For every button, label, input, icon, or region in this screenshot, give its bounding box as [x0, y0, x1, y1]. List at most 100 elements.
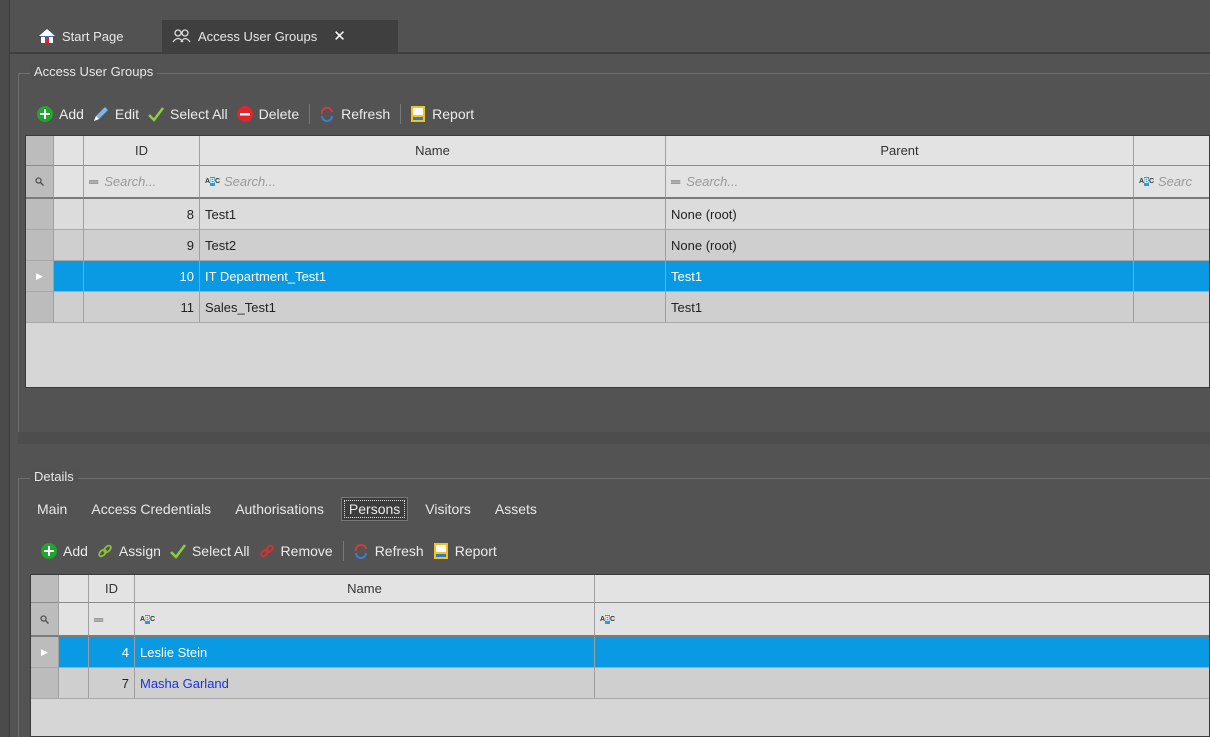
select-all-label: Select All — [170, 106, 228, 122]
abc-icon: ABC — [140, 614, 156, 624]
groups-frame-top — [18, 73, 1210, 74]
checkmark-icon — [147, 105, 165, 123]
refresh-persons-button[interactable]: Refresh — [352, 542, 424, 560]
table-row[interactable]: 9 Test2 None (root) — [26, 230, 1209, 261]
tab-main[interactable]: Main — [30, 498, 74, 520]
filter-name-placeholder: Search... — [224, 174, 277, 189]
equals-icon: ═ — [671, 174, 681, 189]
remove-label: Remove — [280, 543, 333, 559]
tab-start-page[interactable]: Start Page — [28, 20, 160, 52]
filter-id-input[interactable]: ═ Search... — [84, 166, 200, 199]
persons-grid: ID Name ═ ABC ABC ▶ 4 Leslie Stein 7 Mas… — [30, 574, 1210, 737]
assign-button[interactable]: Assign — [96, 542, 161, 560]
refresh-button[interactable]: Refresh — [318, 105, 390, 123]
cell-parent: None (root) — [666, 199, 1134, 230]
close-icon[interactable]: ✕ — [333, 27, 346, 45]
cell-name: Test1 — [200, 199, 666, 230]
pencil-icon — [92, 105, 110, 123]
table-row[interactable]: 7 Masha Garland — [31, 668, 1209, 699]
report-button[interactable]: Report — [409, 105, 474, 123]
row-select-cell[interactable] — [59, 637, 89, 668]
panel-splitter[interactable] — [18, 432, 1210, 444]
header-select-cell[interactable] — [59, 575, 89, 603]
select-all-persons-label: Select All — [191, 543, 250, 559]
row-indicator-arrow-icon: ▶ — [26, 261, 54, 292]
details-frame-left — [18, 478, 19, 737]
tab-access-credentials[interactable]: Access Credentials — [84, 498, 218, 520]
table-row-selected[interactable]: ▶ 4 Leslie Stein — [31, 637, 1209, 668]
toolbar-separator — [309, 104, 311, 124]
filter-select-cell — [59, 603, 89, 637]
document-tab-strip: Start Page Access User Groups ✕ — [10, 0, 1210, 54]
filter-extra-input[interactable]: A B C Searc — [1134, 166, 1209, 199]
filter-name-input[interactable]: A B C Search... — [200, 166, 666, 199]
filter-extra-input[interactable]: ABC — [595, 603, 1209, 637]
table-row-selected[interactable]: ▶ 10 IT Department_Test1 Test1 — [26, 261, 1209, 292]
unlink-icon — [258, 542, 276, 560]
tab-authorisations[interactable]: Authorisations — [228, 498, 331, 520]
row-indicator — [31, 668, 59, 699]
toolbar-separator — [400, 104, 402, 124]
report-icon — [409, 105, 427, 123]
row-select-cell[interactable] — [59, 668, 89, 699]
filter-id-placeholder: Search... — [104, 174, 157, 189]
filter-id-input[interactable]: ═ — [89, 603, 135, 637]
row-indicator-arrow-icon: ▶ — [31, 637, 59, 668]
refresh-icon — [352, 542, 370, 560]
details-frame-top — [18, 478, 1210, 479]
filter-select-cell — [54, 166, 84, 199]
user-group-icon — [172, 29, 192, 43]
report-persons-button[interactable]: Report — [432, 542, 497, 560]
filter-parent-input[interactable]: ═ Search... — [666, 166, 1134, 199]
delete-label: Delete — [258, 106, 300, 122]
select-all-button[interactable]: Select All — [147, 105, 228, 123]
abc-icon: ABC — [600, 614, 616, 624]
table-row[interactable]: 11 Sales_Test1 Test1 — [26, 292, 1209, 323]
add-person-button[interactable]: Add — [40, 542, 88, 560]
column-header-extra[interactable] — [595, 575, 1209, 603]
delete-button[interactable]: Delete — [236, 105, 299, 123]
assign-label: Assign — [118, 543, 161, 559]
header-select-cell[interactable] — [54, 136, 84, 166]
add-label: Add — [59, 106, 84, 122]
row-select-cell[interactable] — [54, 292, 84, 323]
column-header-name[interactable]: Name — [135, 575, 595, 603]
report-icon — [432, 542, 450, 560]
filter-name-input[interactable]: ABC — [135, 603, 595, 637]
edit-button[interactable]: Edit — [92, 105, 139, 123]
details-tab-strip: Main Access Credentials Authorisations P… — [30, 497, 554, 521]
cell-name: IT Department_Test1 — [200, 261, 666, 292]
cell-extra — [1134, 292, 1209, 323]
remove-button[interactable]: Remove — [258, 542, 333, 560]
row-select-cell[interactable] — [54, 261, 84, 292]
cell-parent: Test1 — [666, 292, 1134, 323]
column-header-name[interactable]: Name — [200, 136, 666, 166]
person-name-link[interactable]: Masha Garland — [135, 668, 595, 699]
cell-extra — [595, 637, 1209, 668]
filter-search-icon — [31, 603, 59, 637]
column-header-extra[interactable] — [1134, 136, 1209, 166]
tab-access-user-groups[interactable]: Access User Groups ✕ — [162, 20, 398, 52]
filter-extra-placeholder: Searc — [1158, 174, 1192, 189]
row-select-cell[interactable] — [54, 199, 84, 230]
column-header-id[interactable]: ID — [89, 575, 135, 603]
groups-filter-row: ═ Search... A B C Search... ═ Search... A B C Se… — [26, 166, 1209, 199]
tab-visitors[interactable]: Visitors — [418, 498, 478, 520]
table-row[interactable]: 8 Test1 None (root) — [26, 199, 1209, 230]
cell-extra — [595, 668, 1209, 699]
tab-persons[interactable]: Persons — [340, 497, 409, 521]
add-button[interactable]: Add — [36, 105, 84, 123]
refresh-persons-label: Refresh — [374, 543, 424, 559]
column-header-parent[interactable]: Parent — [666, 136, 1134, 166]
row-select-cell[interactable] — [54, 230, 84, 261]
report-persons-label: Report — [454, 543, 497, 559]
tab-assets[interactable]: Assets — [488, 498, 544, 520]
persons-grid-empty-area — [31, 699, 1209, 736]
cell-parent: None (root) — [666, 230, 1134, 261]
cell-name: Leslie Stein — [135, 637, 595, 668]
select-all-persons-button[interactable]: Select All — [169, 542, 250, 560]
cell-id: 8 — [84, 199, 200, 230]
column-header-id[interactable]: ID — [84, 136, 200, 166]
persons-filter-row: ═ ABC ABC — [31, 603, 1209, 637]
details-panel-title: Details — [30, 469, 78, 484]
